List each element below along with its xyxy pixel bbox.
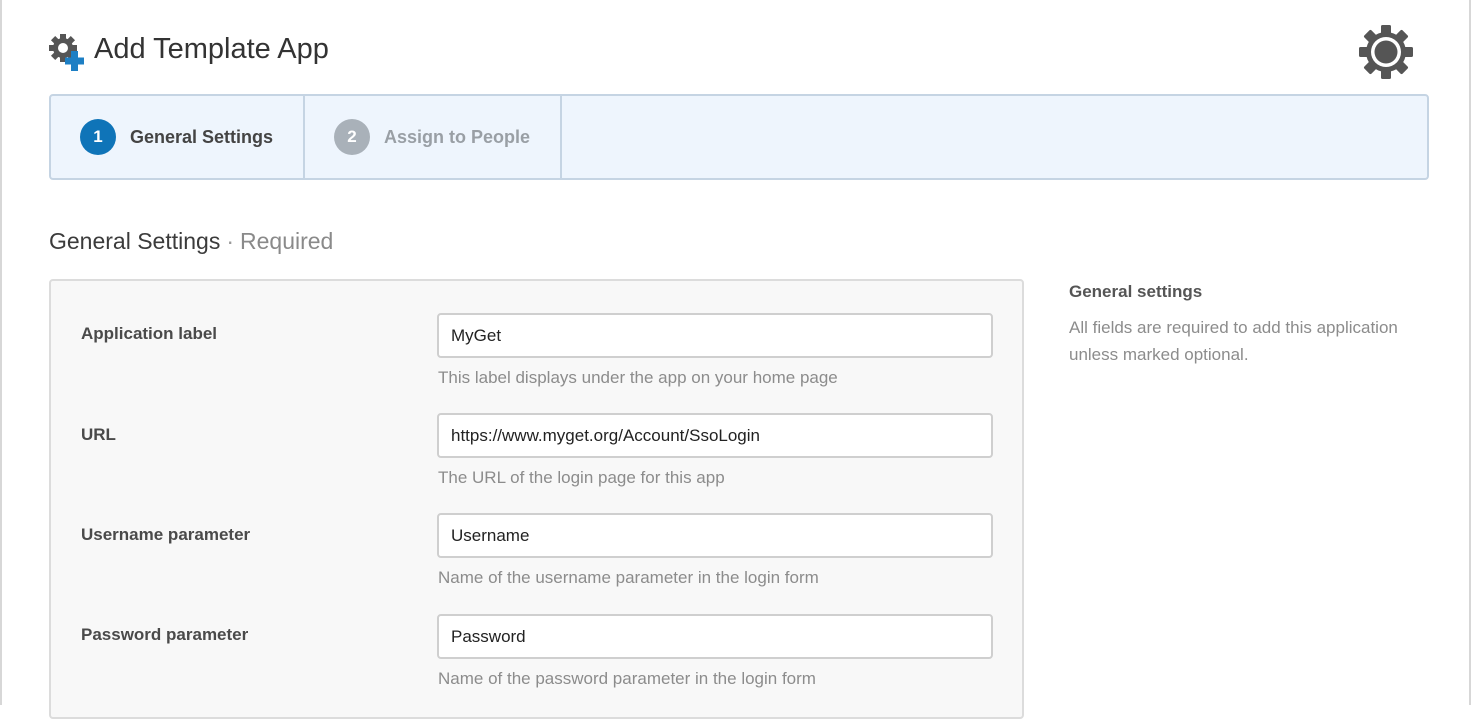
step-label: Assign to People: [384, 126, 531, 147]
application-label-label: Application label: [81, 324, 218, 343]
username-parameter-help: Name of the username parameter in the lo…: [438, 568, 819, 587]
page-title: Add Template App: [94, 33, 329, 65]
password-parameter-label: Password parameter: [81, 625, 249, 644]
step-number-badge: 2: [334, 119, 370, 155]
general-settings-form: Application label This label displays un…: [49, 279, 1024, 719]
password-parameter-input[interactable]: [437, 614, 993, 659]
step-label: General Settings: [130, 126, 274, 147]
side-help-text: All fields are required to add this appl…: [1069, 318, 1398, 364]
side-help-title: General settings: [1069, 282, 1203, 301]
username-parameter-label: Username parameter: [81, 525, 251, 544]
page-frame: Add Template App 1 General Settings 2 As…: [0, 0, 1471, 719]
wizard-step-general-settings[interactable]: 1 General Settings: [51, 96, 305, 178]
wizard-step-assign-to-people[interactable]: 2 Assign to People: [305, 96, 562, 178]
url-label: URL: [81, 425, 116, 444]
section-heading: General Settings · Required: [49, 226, 333, 256]
required-qualifier: Required: [240, 228, 334, 254]
password-parameter-help: Name of the password parameter in the lo…: [438, 669, 816, 688]
application-label-input[interactable]: [437, 313, 993, 358]
url-input[interactable]: [437, 413, 993, 458]
gear-icon[interactable]: [1358, 24, 1414, 80]
wizard-steps-bar: 1 General Settings 2 Assign to People: [49, 94, 1429, 180]
step-number-badge: 1: [80, 119, 116, 155]
gear-plus-icon: [49, 34, 84, 71]
section-title: General Settings: [49, 228, 221, 254]
application-label-help: This label displays under the app on you…: [438, 368, 838, 387]
url-help: The URL of the login page for this app: [438, 468, 725, 487]
username-parameter-input[interactable]: [437, 513, 993, 558]
section-separator: ·: [226, 228, 234, 254]
